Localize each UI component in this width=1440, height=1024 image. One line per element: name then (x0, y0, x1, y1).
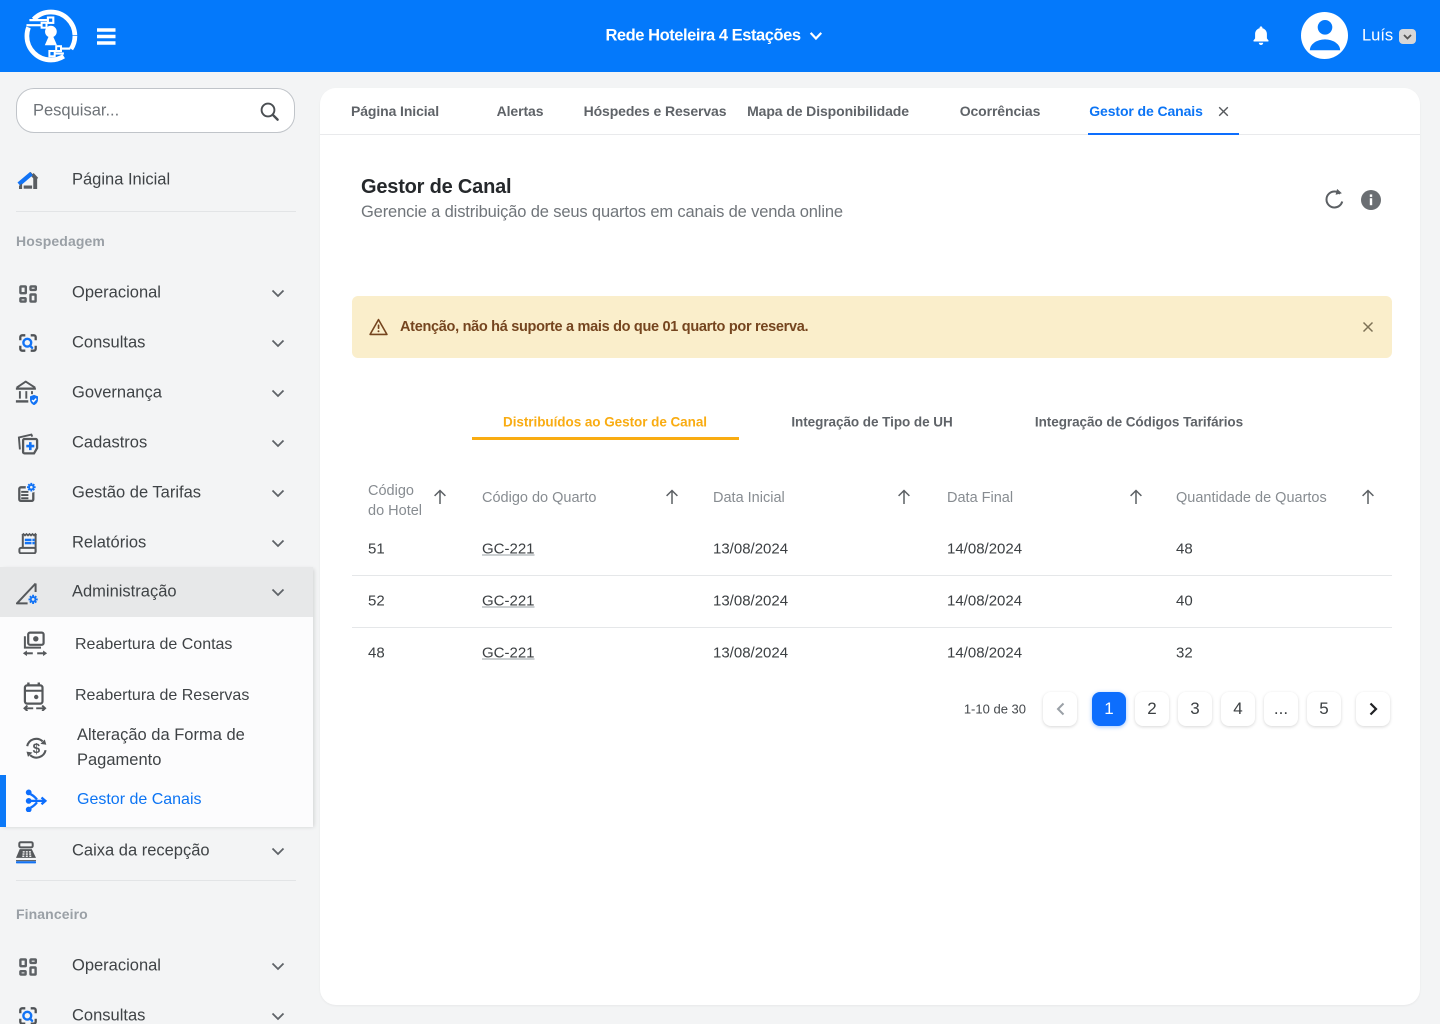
svg-text:$: $ (33, 741, 41, 756)
